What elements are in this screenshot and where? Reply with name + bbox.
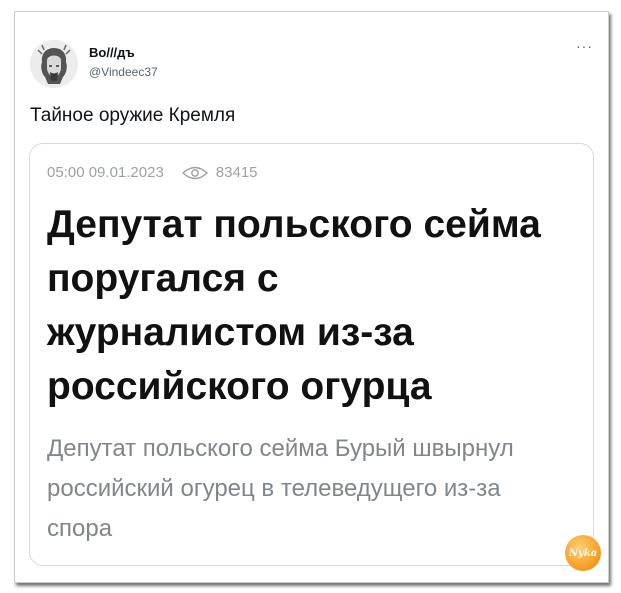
watermark-text: Nyka xyxy=(568,547,598,559)
article-meta: 05:00 09.01.2023 83415 xyxy=(47,164,258,181)
views-count: 83415 xyxy=(215,164,258,181)
avatar[interactable] xyxy=(30,40,78,88)
eye-icon xyxy=(181,166,208,179)
link-preview-card[interactable]: 05:00 09.01.2023 83415 Депутат польского… xyxy=(29,143,594,566)
article-date: 09.01.2023 xyxy=(88,164,164,181)
author-name[interactable]: Во///дъ xyxy=(89,45,135,60)
author-handle[interactable]: @Vindeec37 xyxy=(89,65,158,79)
article-lede: Депутат польского сейма Бурый швырнул ро… xyxy=(47,435,514,542)
article-time: 05:00 xyxy=(47,164,85,181)
avatar-portrait-icon xyxy=(30,40,78,88)
article-headline[interactable]: Депутат польского сейма поругался с журн… xyxy=(47,198,547,414)
more-dots-icon[interactable]: ··· xyxy=(576,38,593,54)
tweet-text: Тайное оружие Кремля xyxy=(30,105,236,126)
watermark-logo: Nyka xyxy=(565,535,601,571)
views-count-group: 83415 xyxy=(181,164,258,181)
